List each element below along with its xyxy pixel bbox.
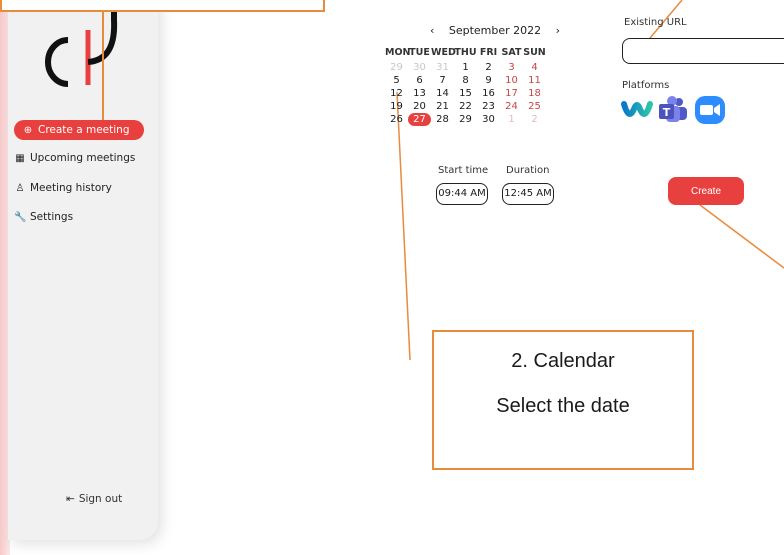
existing-url-label: Existing URL [624,17,687,28]
calendar-day[interactable]: 23 [477,100,500,113]
calendar-day[interactable]: 2 [523,113,546,126]
calendar-day[interactable]: 13 [408,87,431,100]
calendar-day[interactable]: 22 [454,100,477,113]
calendar-day[interactable]: 4 [523,61,546,74]
platforms-label: Platforms [622,80,670,91]
calendar-day[interactable]: 1 [454,61,477,74]
calendar-day[interactable]: 24 [500,100,523,113]
next-month-button[interactable]: › [556,24,560,37]
weekday-label: MON [385,47,411,58]
month-label: September 2022 [448,24,542,37]
calendar-week: 29 30 31 1 2 3 4 [385,61,546,74]
weekday-label: FRI [479,47,498,58]
start-time-input[interactable]: 09:44 AM [436,183,488,205]
calendar-day[interactable]: 20 [408,100,431,113]
calendar-grid: MON TUE WED THU FRI SAT SUN 29 30 31 1 2… [385,45,546,126]
calendar-day[interactable]: 31 [431,61,454,74]
calendar-week: 26 27 28 29 30 1 2 [385,113,546,126]
calendar-week: 19 20 21 22 23 24 25 [385,100,546,113]
calendar-day[interactable]: 30 [477,113,500,126]
calendar-day[interactable]: 8 [454,74,477,87]
calendar-day[interactable]: 29 [385,61,408,74]
calendar-day[interactable]: 5 [385,74,408,87]
weekday-label: WED [431,47,456,58]
calendar-day[interactable]: 28 [431,113,454,126]
calendar-day[interactable]: 26 [385,113,408,126]
calendar-day[interactable]: 25 [523,100,546,113]
calendar-day[interactable]: 17 [500,87,523,100]
start-time-label: Start time [438,165,489,176]
create-button[interactable]: Create [668,177,744,205]
weekday-label: TUE [409,47,430,58]
calendar-week: 5 6 7 8 9 10 11 [385,74,546,87]
weekday-label: THU [454,47,477,58]
weekday-label: SAT [501,47,522,58]
calendar-week: 12 13 14 15 16 17 18 [385,87,546,100]
webex-icon[interactable] [621,95,653,125]
calendar-header: ‹ September 2022 › [430,24,560,37]
calendar-day[interactable]: 7 [431,74,454,87]
annotation-title: 2. Calendar [511,350,615,372]
calendar-day-selected[interactable]: 27 [408,113,431,126]
annotation-box: 2. Calendar Select the date [432,330,694,470]
zoom-icon[interactable] [694,95,726,125]
teams-icon[interactable]: T [657,95,689,125]
calendar-day[interactable]: 3 [500,61,523,74]
calendar-day[interactable]: 30 [408,61,431,74]
calendar-day[interactable]: 12 [385,87,408,100]
calendar-day[interactable]: 11 [523,74,546,87]
calendar-day[interactable]: 9 [477,74,500,87]
calendar-day[interactable]: 19 [385,100,408,113]
calendar-day[interactable]: 2 [477,61,500,74]
weekday-label: SUN [523,47,546,58]
calendar-day[interactable]: 15 [454,87,477,100]
prev-month-button[interactable]: ‹ [430,24,434,37]
duration-input[interactable]: 12:45 AM [502,183,554,205]
calendar-day[interactable]: 6 [408,74,431,87]
duration-label: Duration [506,165,550,176]
calendar-day[interactable]: 29 [454,113,477,126]
weekday-row: MON TUE WED THU FRI SAT SUN [385,45,546,61]
calendar-day[interactable]: 14 [431,87,454,100]
annotation-subtitle: Select the date [496,395,630,417]
calendar-day[interactable]: 16 [477,87,500,100]
existing-url-input[interactable] [622,38,784,64]
calendar-day[interactable]: 18 [523,87,546,100]
calendar-day[interactable]: 21 [431,100,454,113]
calendar-day[interactable]: 1 [500,113,523,126]
calendar-day[interactable]: 10 [500,74,523,87]
svg-text:T: T [663,106,671,119]
